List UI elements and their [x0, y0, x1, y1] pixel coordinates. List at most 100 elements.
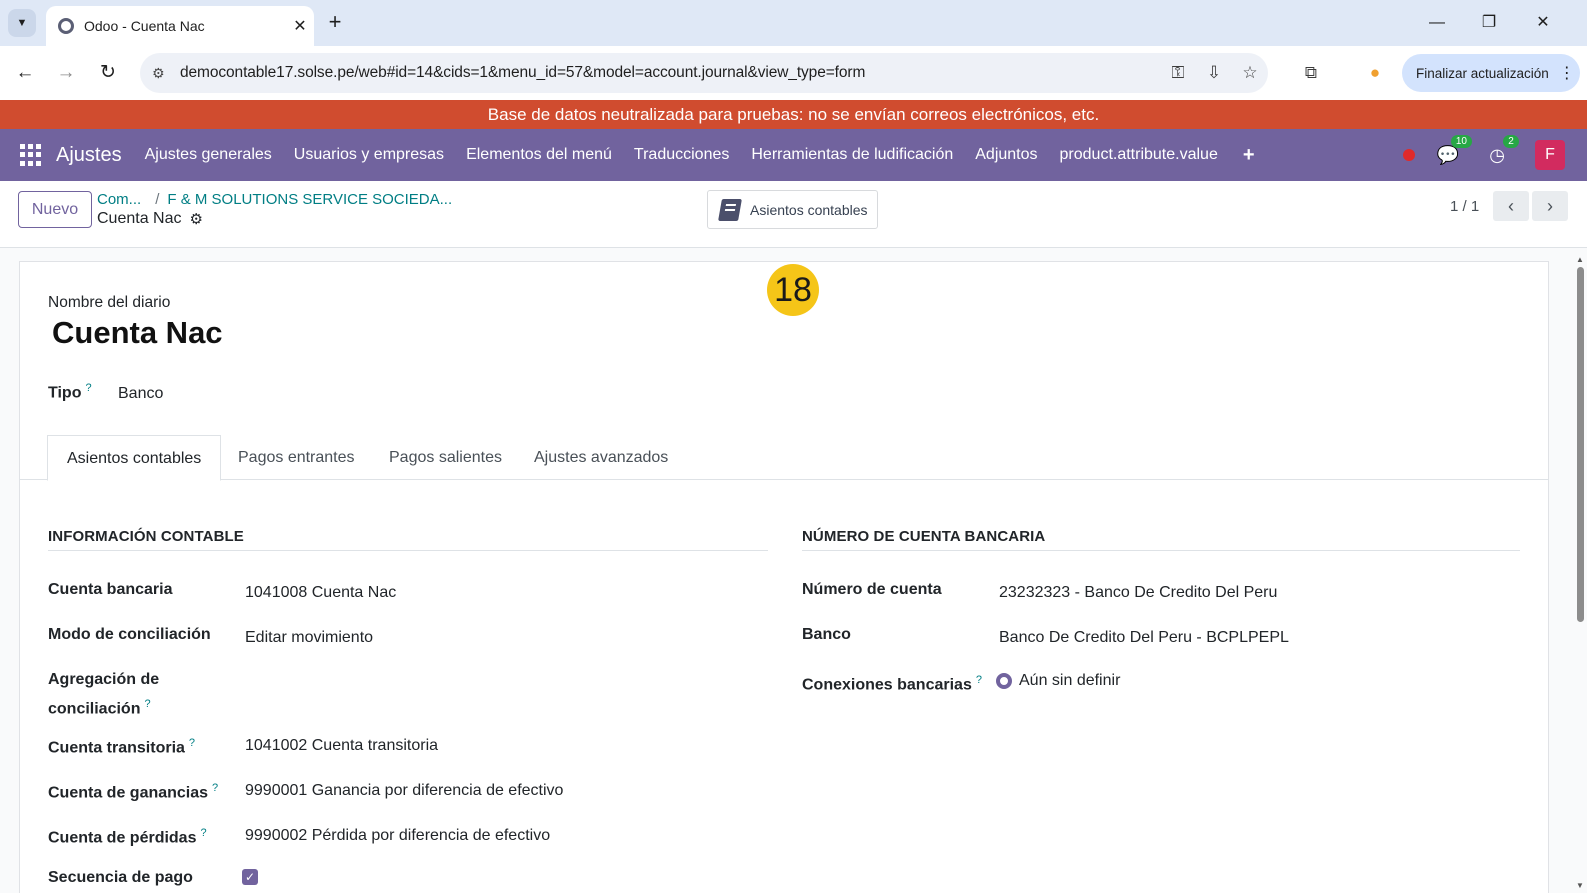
bank-connections-value: Aún sin definir	[1019, 672, 1121, 689]
browser-tab[interactable]: Odoo - Cuenta Nac ✕	[46, 6, 314, 46]
close-window-icon[interactable]: ✕	[1528, 10, 1558, 36]
help-icon[interactable]: ?	[976, 674, 982, 686]
extensions-puzzle-icon[interactable]: ⧉	[1298, 60, 1324, 86]
account-number-field[interactable]: 23232323 - Banco De Credito Del Peru	[999, 584, 1277, 602]
journal-name-label: Nombre del diario	[48, 294, 171, 311]
account-number-label: Número de cuenta	[802, 581, 942, 598]
address-bar[interactable]: ⚙ democontable17.solse.pe/web#id=14&cids…	[140, 53, 1268, 93]
install-app-icon[interactable]: ⇩	[1196, 63, 1232, 83]
suspense-account-label-text: Cuenta transitoria	[48, 739, 185, 757]
bank-field[interactable]: Banco De Credito Del Peru - BCPLPEPL	[999, 629, 1289, 647]
odoo-navbar: Ajustes Ajustes generales Usuarios y emp…	[0, 129, 1587, 181]
reconciliation-aggregation-label-line1: Agregación de	[48, 671, 160, 688]
breadcrumb-company-link[interactable]: F & M SOLUTIONS SERVICE SOCIEDA...	[167, 191, 452, 208]
breadcrumb-root-link[interactable]: Com...	[97, 191, 141, 208]
help-icon[interactable]: ?	[144, 698, 150, 710]
scroll-down-arrow-icon[interactable]: ▼	[1576, 881, 1584, 890]
suspense-account-field[interactable]: 1041002 Cuenta transitoria	[245, 737, 438, 755]
site-settings-icon[interactable]: ⚙	[152, 65, 180, 82]
tab-close-icon[interactable]: ✕	[286, 16, 314, 36]
profit-account-label-text: Cuenta de ganancias	[48, 784, 209, 802]
help-icon[interactable]: ?	[200, 827, 206, 839]
tab-search-button[interactable]: ▼	[8, 9, 36, 37]
bank-connections-label: Conexiones bancarias?	[802, 668, 982, 697]
user-avatar[interactable]: F	[1535, 140, 1565, 170]
nav-item-attachments[interactable]: Adjuntos	[964, 146, 1048, 164]
reconciliation-aggregation-label: Agregación de conciliación?	[48, 668, 159, 721]
control-panel: Nuevo Com... / F & M SOLUTIONS SERVICE SOC…	[0, 181, 1587, 248]
tab-advanced-settings[interactable]: Ajustes avanzados	[515, 435, 687, 480]
bank-connections-label-text: Conexiones bancarias	[802, 676, 972, 694]
help-icon[interactable]: ?	[189, 737, 195, 749]
section-title-bank-account-number: NÚMERO DE CUENTA BANCARIA	[802, 528, 1046, 545]
apps-menu-icon[interactable]	[20, 144, 42, 166]
nav-item-gamification[interactable]: Herramientas de ludificación	[740, 146, 964, 164]
journal-name-field[interactable]: Cuenta Nac	[52, 315, 223, 351]
odoo-favicon-icon	[58, 18, 74, 34]
loss-account-label-text: Cuenta de pérdidas	[48, 829, 197, 847]
checkmark-icon: ✓	[244, 870, 256, 884]
loss-account-field[interactable]: 9990002 Pérdida por diferencia de efecti…	[245, 827, 550, 845]
minimize-icon[interactable]: —	[1422, 10, 1452, 36]
breadcrumb: Com... / F & M SOLUTIONS SERVICE SOCIEDA..…	[97, 191, 452, 208]
restore-icon[interactable]: ❐	[1474, 10, 1504, 36]
help-icon[interactable]: ?	[85, 382, 91, 394]
reload-icon[interactable]: ↻	[95, 60, 121, 86]
journal-entries-smart-button[interactable]: Asientos contables	[707, 190, 878, 229]
help-icon[interactable]: ?	[212, 782, 218, 794]
recording-dot-icon[interactable]	[1402, 149, 1415, 161]
messages-icon[interactable]: 💬 10	[1437, 134, 1472, 166]
more-menu-icon[interactable]: ⋮	[1559, 63, 1575, 83]
scroll-thumb[interactable]	[1577, 267, 1584, 622]
activities-clock-icon[interactable]: ◷ 2	[1489, 134, 1519, 166]
pager-value[interactable]: 1 / 1	[1450, 198, 1479, 215]
smart-button-label: Asientos contables	[750, 201, 868, 218]
nav-item-translations[interactable]: Traducciones	[623, 146, 740, 164]
nav-item-users-companies[interactable]: Usuarios y empresas	[283, 146, 455, 164]
gear-icon[interactable]: ⚙	[190, 210, 203, 228]
messages-count-badge: 10	[1450, 134, 1472, 148]
finish-update-button[interactable]: Finalizar actualización ⋮	[1402, 54, 1580, 92]
new-button[interactable]: Nuevo	[18, 191, 92, 228]
activities-count-badge: 2	[1503, 134, 1519, 148]
reconciliation-mode-field[interactable]: Editar movimiento	[245, 629, 373, 647]
scrollbar[interactable]: ▲ ▼	[1574, 255, 1587, 893]
book-icon	[718, 198, 742, 221]
suspense-account-label: Cuenta transitoria?	[48, 731, 195, 760]
add-menu-plus-icon[interactable]: +	[1229, 144, 1269, 167]
nav-item-product-attribute-value[interactable]: product.attribute.value	[1049, 146, 1229, 164]
url-text[interactable]: democontable17.solse.pe/web#id=14&cids=1…	[180, 64, 1160, 82]
bank-connections-radio[interactable]	[996, 673, 1012, 689]
bank-account-field[interactable]: 1041008 Cuenta Nac	[245, 584, 396, 602]
breadcrumb-separator: /	[155, 191, 160, 208]
scroll-up-arrow-icon[interactable]: ▲	[1576, 255, 1584, 264]
reconciliation-mode-label: Modo de conciliación	[48, 626, 211, 643]
pager-previous-icon[interactable]: ‹	[1493, 191, 1529, 221]
forward-arrow-icon[interactable]: →	[53, 60, 79, 86]
profile-icon[interactable]: ●	[1362, 60, 1388, 86]
bank-account-label: Cuenta bancaria	[48, 581, 173, 598]
profit-account-field[interactable]: 9990001 Ganancia por diferencia de efect…	[245, 782, 563, 800]
form-notebook-tabs: Asientos contables Pagos entrantes Pagos…	[19, 435, 1549, 481]
payment-sequence-label: Secuencia de pago	[48, 869, 193, 886]
new-tab-button[interactable]: +	[322, 10, 348, 36]
nav-item-general-settings[interactable]: Ajustes generales	[134, 146, 283, 164]
pager-next-icon[interactable]: ›	[1532, 191, 1568, 221]
tab-outgoing-payments[interactable]: Pagos salientes	[370, 435, 521, 480]
tab-title: Odoo - Cuenta Nac	[84, 18, 205, 34]
password-key-icon[interactable]: ⚿	[1160, 63, 1196, 83]
back-arrow-icon[interactable]: ←	[12, 60, 38, 86]
app-brand[interactable]: Ajustes	[56, 144, 122, 167]
type-label: Tipo?	[48, 382, 92, 402]
browser-toolbar: ← → ↻ ⚙ democontable17.solse.pe/web#id=1…	[0, 46, 1587, 100]
neutralized-db-banner: Base de datos neutralizada para pruebas:…	[0, 100, 1587, 129]
payment-sequence-checkbox[interactable]: ✓	[242, 869, 258, 885]
loss-account-label: Cuenta de pérdidas?	[48, 821, 207, 850]
section-divider	[48, 550, 768, 551]
bookmark-star-icon[interactable]: ☆	[1232, 63, 1268, 83]
current-record-title: Cuenta Nac	[97, 210, 182, 227]
tab-journal-entries[interactable]: Asientos contables	[47, 435, 222, 481]
type-field[interactable]: Banco	[118, 385, 163, 403]
tab-incoming-payments[interactable]: Pagos entrantes	[219, 435, 374, 480]
nav-item-menu-items[interactable]: Elementos del menú	[455, 146, 623, 164]
